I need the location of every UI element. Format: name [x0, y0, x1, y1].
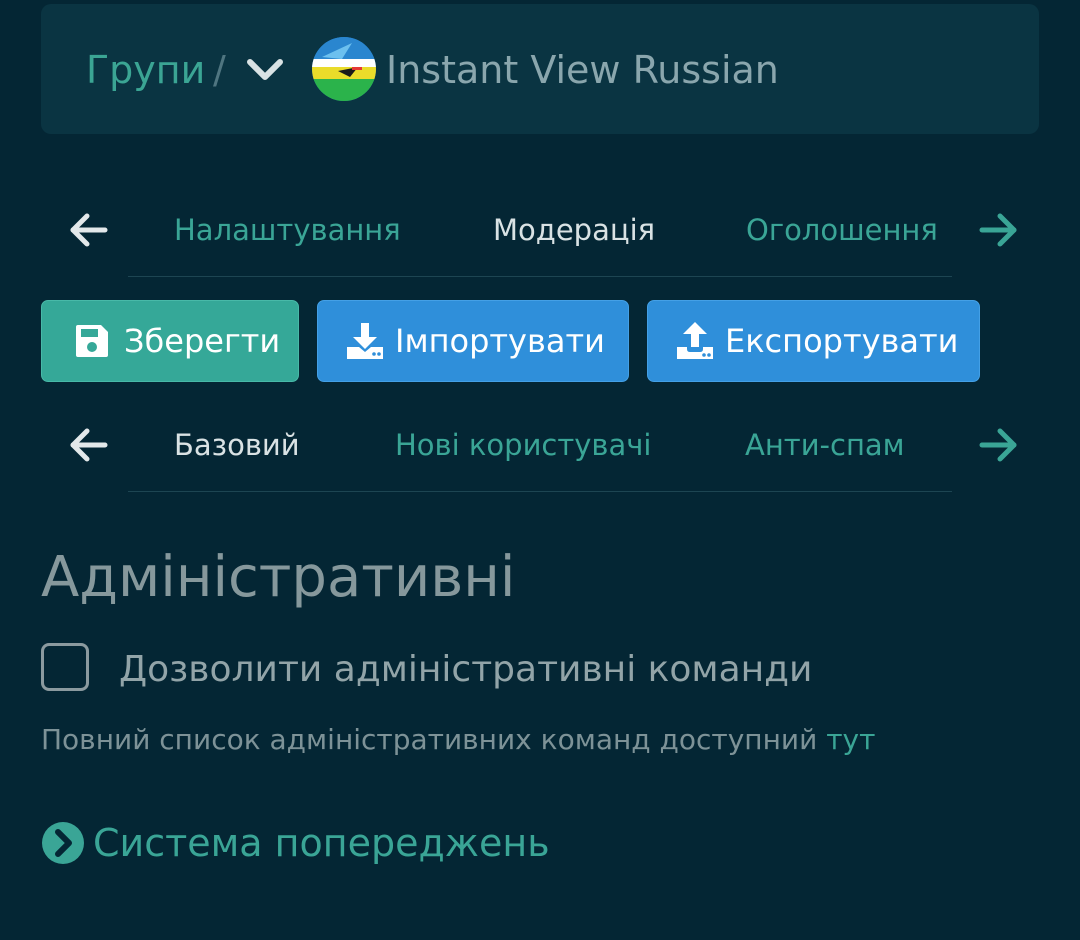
breadcrumb-separator: / — [213, 48, 226, 92]
chevron-right-circle-icon — [41, 821, 85, 865]
tab-new-users[interactable]: Нові користувачі — [395, 427, 651, 463]
upload-icon — [675, 321, 715, 361]
export-button[interactable]: Експортувати — [647, 300, 980, 382]
help-text-body: Повний список адміністративних команд до… — [41, 723, 818, 756]
arrow-left-icon[interactable] — [67, 423, 111, 467]
breadcrumb-groups-link[interactable]: Групи — [86, 45, 205, 95]
help-text: Повний список адміністративних команд до… — [41, 722, 875, 758]
tab-settings[interactable]: Налаштування — [174, 212, 401, 248]
download-icon — [345, 321, 385, 361]
arrow-left-icon[interactable] — [67, 208, 111, 252]
section-title: Адміністративні — [41, 545, 516, 610]
tab-basic[interactable]: Базовий — [174, 427, 300, 463]
tab-moderation[interactable]: Модерація — [493, 212, 655, 248]
save-button-label: Зберегти — [124, 322, 281, 360]
group-avatar — [312, 37, 376, 101]
admin-commands-checkbox[interactable] — [41, 643, 89, 691]
export-button-label: Експортувати — [725, 322, 959, 360]
arrow-right-icon[interactable] — [976, 423, 1020, 467]
chevron-down-icon[interactable] — [245, 50, 285, 90]
breadcrumb: Групи / Instant View Russian — [41, 4, 1039, 134]
save-button[interactable]: Зберегти — [41, 300, 299, 382]
sub-tabs-divider — [128, 491, 952, 492]
warning-system-toggle[interactable]: Система попереджень — [41, 818, 550, 868]
arrow-right-icon[interactable] — [976, 208, 1020, 252]
main-tabs-divider — [128, 276, 952, 277]
tab-announcements[interactable]: Оголошення — [746, 212, 938, 248]
admin-commands-label[interactable]: Дозволити адміністративні команди — [119, 647, 812, 693]
main-tabs: Налаштування Модерація Оголошення — [0, 190, 1080, 270]
help-link[interactable]: тут — [826, 723, 875, 756]
warning-system-label: Система попереджень — [93, 821, 550, 865]
page: Групи / Instant View Russian Налаштуванн… — [0, 0, 1080, 940]
import-button[interactable]: Імпортувати — [317, 300, 629, 382]
save-icon — [72, 321, 112, 361]
tab-anti-spam[interactable]: Анти-спам — [745, 427, 905, 463]
sub-tabs: Базовий Нові користувачі Анти-спам — [0, 405, 1080, 485]
import-button-label: Імпортувати — [395, 322, 605, 360]
group-name: Instant View Russian — [386, 48, 779, 92]
